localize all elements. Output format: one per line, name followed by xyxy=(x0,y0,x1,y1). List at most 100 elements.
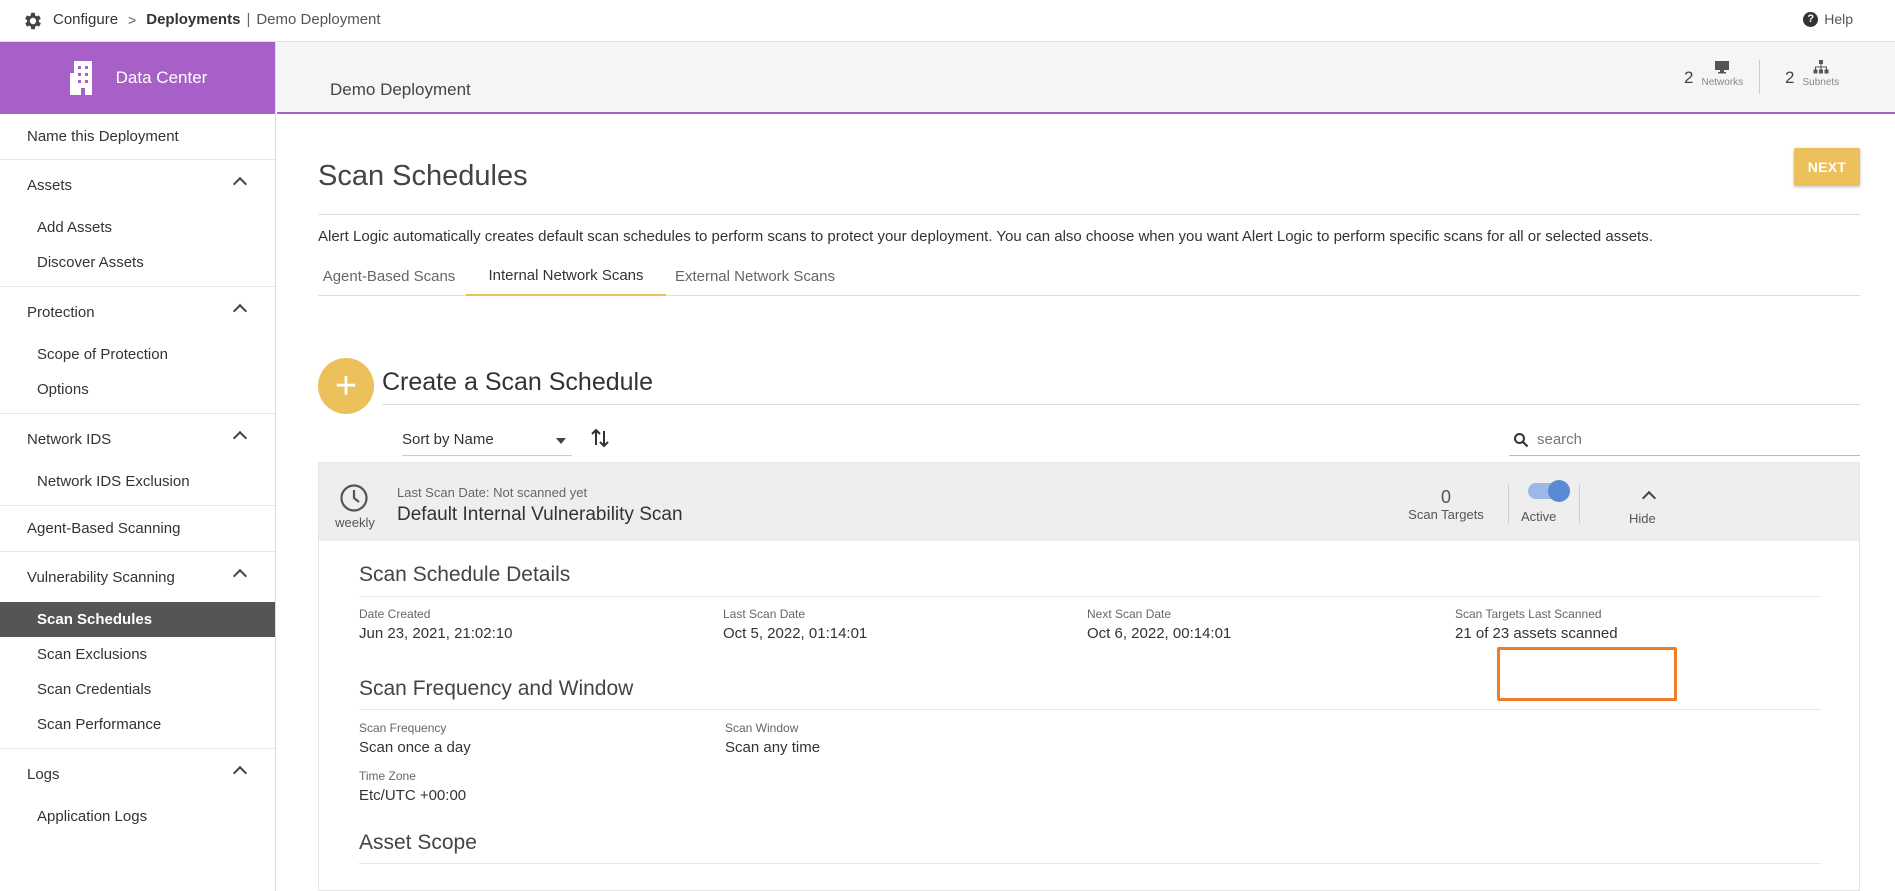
scan-targets-count: 0 xyxy=(1440,487,1451,507)
search-box xyxy=(1509,424,1860,456)
sidebar-item-network-ids-exclusion[interactable]: Network IDS Exclusion xyxy=(0,464,275,499)
tab-agent-based-scans[interactable]: Agent-Based Scans xyxy=(318,256,460,296)
tab-internal-network-scans[interactable]: Internal Network Scans xyxy=(466,256,666,296)
sidebar-item-add-assets[interactable]: Add Assets xyxy=(0,210,275,245)
breadcrumb-deployments[interactable]: Deployments xyxy=(146,11,240,28)
search-input[interactable] xyxy=(1537,431,1837,448)
scan-frequency-value: Scan once a day xyxy=(359,739,471,756)
tab-external-network-scans[interactable]: External Network Scans xyxy=(670,256,840,296)
sidebar-item-options[interactable]: Options xyxy=(0,372,275,407)
search-icon xyxy=(1514,432,1529,447)
sidebar-item-scan-performance[interactable]: Scan Performance xyxy=(0,707,275,742)
title-divider xyxy=(318,214,1860,215)
breadcrumb-configure[interactable]: Configure xyxy=(53,11,118,28)
sidebar-item-agent-based-scanning[interactable]: Agent-Based Scanning xyxy=(0,506,275,552)
subnets-stat[interactable]: 2 Subnets xyxy=(1785,60,1839,88)
last-scan-date-value: Oct 5, 2022, 01:14:01 xyxy=(723,625,868,642)
sidebar-item-scan-credentials[interactable]: Scan Credentials xyxy=(0,672,275,707)
building-icon xyxy=(69,61,92,95)
sidebar-group-header-logs[interactable]: Logs xyxy=(0,749,275,799)
subnets-stat-label-group: Subnets xyxy=(1802,60,1839,88)
header-divider xyxy=(1579,485,1580,523)
hide-button[interactable]: Hide xyxy=(1629,511,1656,526)
clock-icon xyxy=(340,484,368,512)
sidebar-header: Data Center xyxy=(0,42,275,114)
sort-direction-icon[interactable] xyxy=(590,427,610,449)
sidebar-group-label: Logs xyxy=(27,765,60,783)
schedule-card: weekly Last Scan Date: Not scanned yet D… xyxy=(318,462,1860,891)
chevron-up-icon[interactable] xyxy=(1641,490,1657,506)
sidebar-group-header-network-ids[interactable]: Network IDS xyxy=(0,414,275,464)
time-zone-value: Etc/UTC +00:00 xyxy=(359,787,467,804)
sidebar-item-discover-assets[interactable]: Discover Assets xyxy=(0,245,275,280)
sort-value: Sort by Name xyxy=(402,431,494,448)
highlight-box xyxy=(1497,647,1677,701)
chevron-up-icon xyxy=(232,303,248,319)
page-description: Alert Logic automatically creates defaul… xyxy=(318,228,1653,245)
active-label: Active xyxy=(1521,509,1557,524)
breadcrumb: Configure > Deployments | Demo Deploymen… xyxy=(53,11,381,28)
help-link[interactable]: ? Help xyxy=(1803,11,1853,27)
sidebar: Data Center Name this Deployment Assets … xyxy=(0,42,276,891)
sidebar-group-label: Protection xyxy=(27,303,95,321)
scan-window-label: Scan Window xyxy=(725,721,799,735)
scan-targets-label: Scan Targets xyxy=(1408,507,1484,522)
details-section-title: Scan Schedule Details xyxy=(359,563,571,586)
caret-down-icon xyxy=(556,438,566,444)
deployment-title: Demo Deployment xyxy=(330,80,471,99)
add-schedule-button[interactable]: + xyxy=(318,358,374,414)
chevron-up-icon xyxy=(232,568,248,584)
targets-last-scanned-label: Scan Targets Last Scanned xyxy=(1455,607,1602,621)
next-button[interactable]: NEXT xyxy=(1794,148,1860,186)
chevron-up-icon xyxy=(232,765,248,781)
monitor-icon xyxy=(1715,61,1730,74)
last-scan-date-label: Last Scan Date xyxy=(723,607,806,621)
network-tree-icon xyxy=(1813,60,1829,74)
sidebar-group-vulnerability-scanning: Vulnerability Scanning Scan Schedules Sc… xyxy=(0,552,275,749)
sidebar-group-assets: Assets Add Assets Discover Assets xyxy=(0,160,275,287)
schedule-frequency-short: weekly xyxy=(335,515,375,530)
sidebar-item-label: Agent-Based Scanning xyxy=(27,520,181,537)
asset-scope-section-title: Asset Scope xyxy=(359,831,477,854)
next-scan-date-label: Next Scan Date xyxy=(1087,607,1172,621)
toggle-knob xyxy=(1548,480,1570,502)
sidebar-item-scan-schedules[interactable]: Scan Schedules xyxy=(0,602,275,637)
subnets-count: 2 xyxy=(1785,68,1795,87)
section-divider xyxy=(359,863,1821,864)
gear-icon[interactable] xyxy=(22,10,44,32)
sidebar-item-scope-of-protection[interactable]: Scope of Protection xyxy=(0,337,275,372)
sort-select[interactable]: Sort by Name xyxy=(402,424,572,456)
breadcrumb-divider: | xyxy=(246,11,251,28)
sidebar-group-label: Vulnerability Scanning xyxy=(27,568,175,586)
sidebar-group-label: Assets xyxy=(27,176,73,194)
chevron-up-icon xyxy=(232,430,248,446)
frequency-section-title: Scan Frequency and Window xyxy=(359,677,634,700)
sidebar-item-name-deployment[interactable]: Name this Deployment xyxy=(0,114,275,160)
sidebar-item-scan-exclusions[interactable]: Scan Exclusions xyxy=(0,637,275,672)
header-divider xyxy=(1508,485,1509,523)
networks-stat[interactable]: 2 Networks xyxy=(1684,60,1743,88)
sidebar-header-label: Data Center xyxy=(115,68,208,87)
scan-window-value: Scan any time xyxy=(725,739,821,756)
breadcrumb-deployment-name: Demo Deployment xyxy=(256,11,381,28)
networks-label: Networks xyxy=(1701,77,1744,88)
section-divider xyxy=(359,709,1821,710)
schedule-name: Default Internal Vulnerability Scan xyxy=(397,504,683,525)
help-label: Help xyxy=(1824,11,1853,27)
section-divider xyxy=(359,596,1821,597)
sidebar-item-application-logs[interactable]: Application Logs xyxy=(0,799,275,834)
date-created-label: Date Created xyxy=(359,607,431,621)
main-content: Demo Deployment 2 Networks 2 Subnets Sca… xyxy=(277,42,1895,891)
time-zone-label: Time Zone xyxy=(359,769,416,783)
sidebar-group-network-ids: Network IDS Network IDS Exclusion xyxy=(0,414,275,506)
schedule-card-header[interactable]: weekly Last Scan Date: Not scanned yet D… xyxy=(319,463,1859,541)
sidebar-group-logs: Logs Application Logs xyxy=(0,749,275,840)
active-toggle[interactable] xyxy=(1528,480,1570,502)
create-schedule-label[interactable]: Create a Scan Schedule xyxy=(382,368,653,397)
create-divider xyxy=(382,404,1860,405)
page-title: Scan Schedules xyxy=(318,160,528,192)
next-scan-date-value: Oct 6, 2022, 00:14:01 xyxy=(1087,625,1232,642)
sidebar-group-header-assets[interactable]: Assets xyxy=(0,160,275,210)
sidebar-group-header-protection[interactable]: Protection xyxy=(0,287,275,337)
sidebar-group-header-vulnerability-scanning[interactable]: Vulnerability Scanning xyxy=(0,552,275,602)
